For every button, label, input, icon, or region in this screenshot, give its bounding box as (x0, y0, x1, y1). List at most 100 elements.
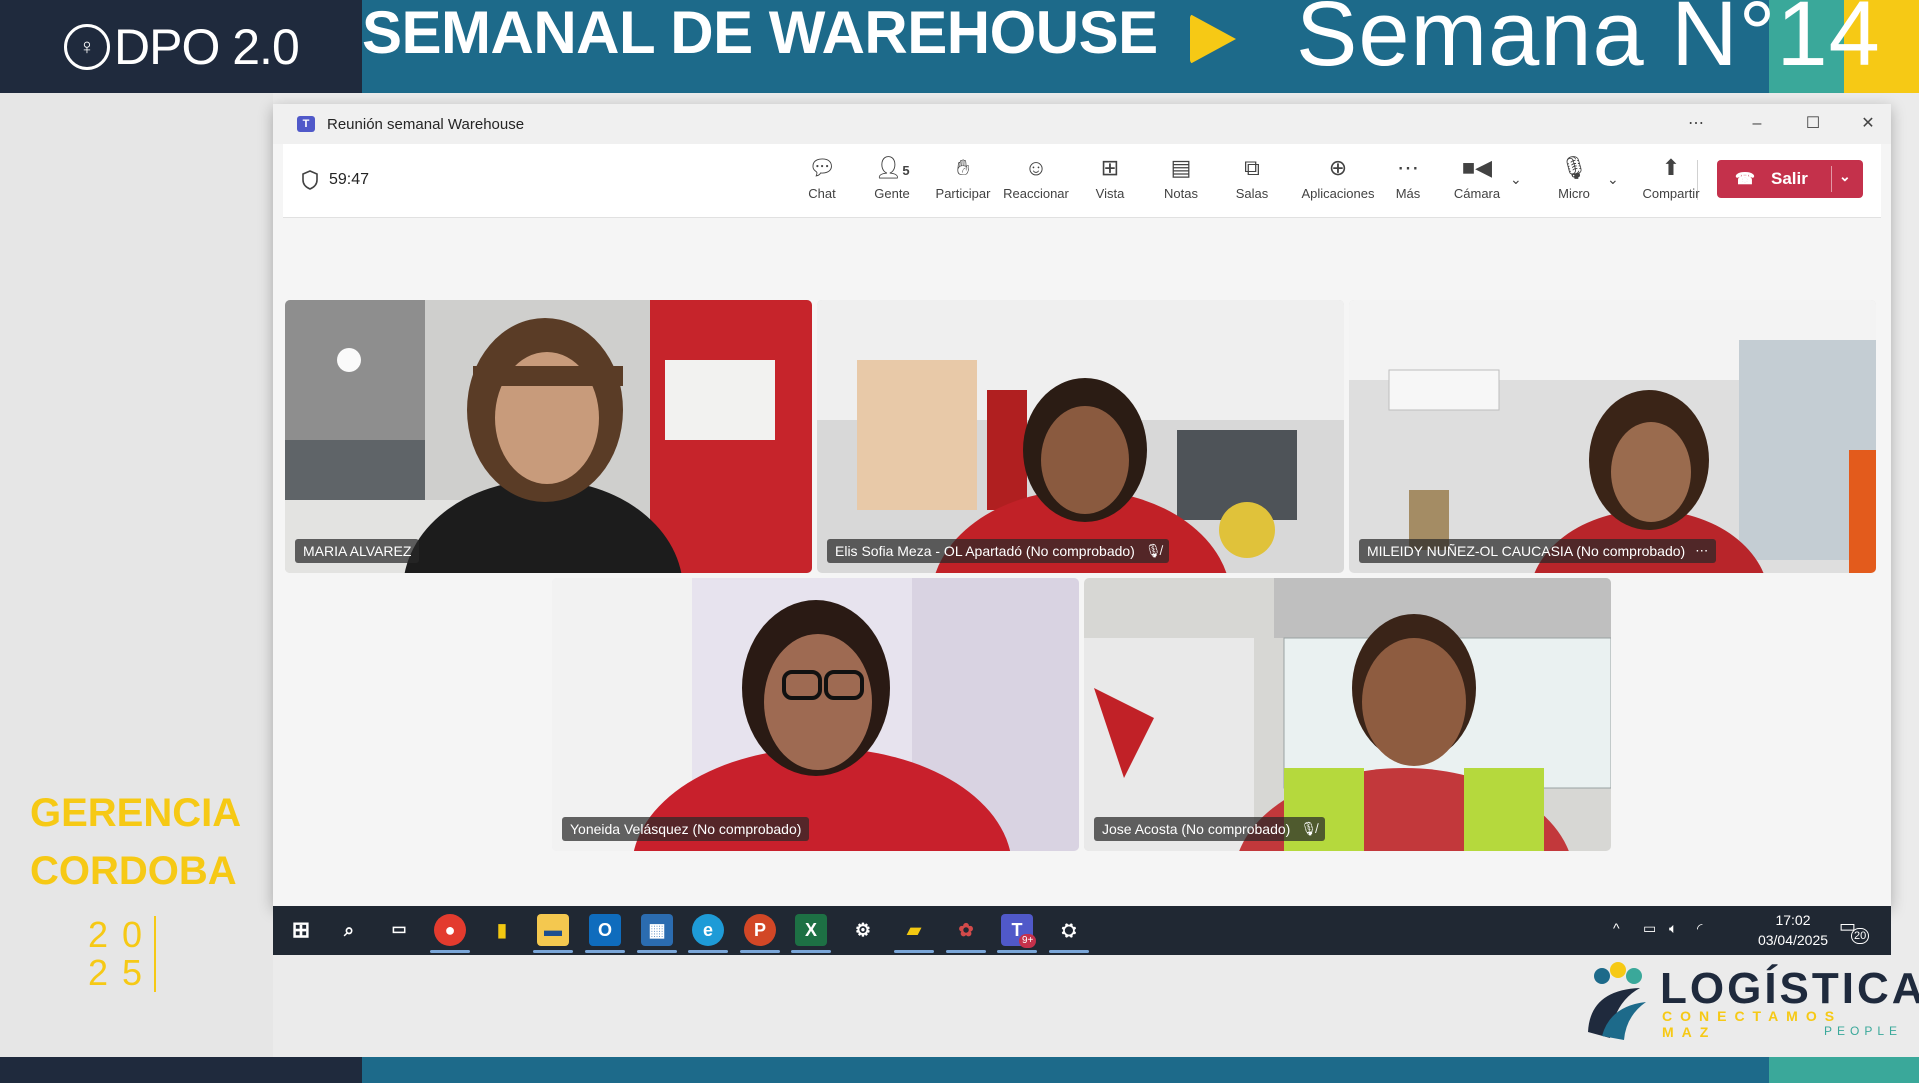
camera-options-chevron-icon[interactable]: ⌄ (1510, 171, 1522, 188)
app-icon[interactable]: ▦ (641, 914, 673, 946)
teams-meeting-window: T Reunión semanal Warehouse ⋯ – ☐ ✕ 59:4… (273, 104, 1891, 955)
react-button[interactable]: ☺ Reaccionar (1001, 154, 1071, 210)
window-titlebar: T Reunión semanal Warehouse ⋯ – ☐ ✕ (273, 104, 1891, 144)
camera-button[interactable]: ■◀ Cámara (1442, 154, 1512, 210)
video-grid: MARIA ALVAREZ Elis Sofia Meza - OL Apart… (283, 218, 1881, 864)
week-number: Semana N°14 (1296, 0, 1881, 85)
video-feed (552, 578, 1079, 851)
notification-count: 20 (1851, 928, 1870, 944)
settings-icon[interactable]: ⚙ (847, 914, 879, 946)
participant-tile[interactable]: Elis Sofia Meza - OL Apartadó (No compro… (817, 300, 1344, 573)
apps-button[interactable]: ⊕ Aplicaciones (1296, 154, 1380, 210)
camera-icon: ■◀ (1461, 155, 1493, 180)
system-clock[interactable]: 17:02 03/04/2025 (1753, 910, 1833, 950)
year-label: 20 25 (88, 916, 156, 992)
maximize-icon[interactable]: ☐ (1801, 112, 1825, 136)
shield-icon (302, 170, 318, 190)
chrome-icon[interactable]: ● (434, 914, 466, 946)
participant-name: MILEIDY NUÑEZ-OL CAUCASIA (No comprobado… (1367, 543, 1686, 559)
slide-title: SEMANAL DE WAREHOUSE (362, 0, 1158, 66)
raise-hand-button[interactable]: ✋︎ Participar (928, 154, 998, 210)
edge-icon[interactable]: e (692, 914, 724, 946)
participant-name-tag: Jose Acosta (No comprobado) 🎙︎̸ (1094, 817, 1325, 841)
window-title: Reunión semanal Warehouse (327, 116, 525, 133)
notes-icon: ▤ (1170, 155, 1192, 180)
logistica-logo-icon (1588, 962, 1646, 1040)
view-button[interactable]: ⊞ Vista (1075, 154, 1145, 210)
leave-options-chevron-icon[interactable]: ⌄ (1839, 168, 1851, 185)
teams-icon: T (297, 116, 315, 132)
year-top: 20 (88, 914, 157, 955)
mic-button[interactable]: 🎙︎ Micro (1539, 154, 1609, 210)
video-feed (1349, 300, 1876, 573)
meeting-timer: 59:47 (329, 171, 370, 188)
wifi-icon[interactable]: ◜ (1697, 920, 1702, 937)
participant-name-tag: MILEIDY NUÑEZ-OL CAUCASIA (No comprobado… (1359, 539, 1717, 563)
person-icon: ♀ (64, 23, 110, 70)
rooms-button[interactable]: ⧉ Salas (1217, 154, 1287, 210)
clock-date: 03/04/2025 (1757, 932, 1829, 948)
chat-icon: 💬︎ (808, 155, 836, 180)
region-line-1: GERENCIA (30, 791, 242, 835)
more-icon[interactable]: ⋯ (1695, 539, 1708, 563)
minimize-icon[interactable]: – (1745, 112, 1769, 136)
windows-taskbar: ⊞ ⌕ ▭ ● ▮ ▬ O ▦ e P X ⚙ ▰ ✿ T 9+ ⛭ ^ ▭ 🔈… (273, 906, 1891, 955)
year-divider (154, 916, 156, 992)
participant-name: Elis Sofia Meza - OL Apartadó (No compro… (835, 543, 1135, 559)
search-icon[interactable]: ⌕ (333, 914, 365, 946)
participant-tile[interactable]: MARIA ALVAREZ (285, 300, 812, 573)
participant-name-tag: Yoneida Velásquez (No comprobado) (562, 817, 810, 841)
app-icon[interactable]: ✿ (950, 914, 982, 946)
rooms-icon: ⧉ (1244, 155, 1260, 180)
mic-options-chevron-icon[interactable]: ⌄ (1607, 171, 1619, 188)
participant-name-tag: Elis Sofia Meza - OL Apartadó (No compro… (827, 539, 1170, 563)
chat-button[interactable]: 💬︎ Chat (787, 154, 857, 210)
phone-hangup-icon: ☎ (1735, 171, 1755, 188)
windows-start-icon[interactable]: ⊞ (285, 914, 317, 946)
brand-people: PEOPLE (1824, 1024, 1903, 1038)
app-icon[interactable]: ▰ (898, 914, 930, 946)
raise-hand-icon: ✋︎ (956, 155, 970, 180)
participant-tile[interactable]: Jose Acosta (No comprobado) 🎙︎̸ (1084, 578, 1611, 851)
participant-tile[interactable]: MILEIDY NUÑEZ-OL CAUCASIA (No comprobado… (1349, 300, 1876, 573)
mic-muted-icon: 🎙︎̸ (1144, 543, 1162, 558)
more-icon[interactable]: ⋯ (1684, 112, 1708, 136)
battery-icon[interactable]: ▭ (1643, 920, 1656, 937)
brand-name: LOGÍSTICA (1660, 964, 1919, 1013)
excel-icon[interactable]: X (795, 914, 827, 946)
grid-view-icon: ⊞ (1100, 155, 1120, 180)
leave-button[interactable]: ☎ Salir ⌄ (1717, 160, 1863, 198)
people-icon: 👤︎5 (874, 155, 910, 180)
app-icon[interactable]: ⛭ (1053, 914, 1085, 946)
outlook-icon[interactable]: O (589, 914, 621, 946)
footer-band (0, 1057, 1919, 1083)
power-bi-icon[interactable]: ▮ (486, 914, 518, 946)
mic-muted-icon: 🎙︎̸ (1300, 821, 1317, 836)
more-icon: ⋯ (1397, 155, 1419, 180)
close-icon[interactable]: ✕ (1856, 112, 1880, 136)
emoji-icon: ☺ (1024, 155, 1048, 180)
mic-icon: 🎙︎ (1560, 155, 1588, 180)
meeting-toolbar: 59:47 💬︎ Chat 👤︎5 Gente ✋︎ Participar ☺ … (283, 144, 1881, 218)
people-count: 5 (902, 163, 910, 178)
file-explorer-icon[interactable]: ▬ (537, 914, 569, 946)
clock-time: 17:02 (1775, 912, 1811, 928)
logistica-logo: LOGÍSTICA CONECTAMOS MAZ PEOPLE (1580, 962, 1919, 1052)
apps-icon: ⊕ (1328, 155, 1348, 180)
video-feed (285, 300, 812, 573)
notes-button[interactable]: ▤ Notas (1146, 154, 1216, 210)
more-button[interactable]: ⋯ Más (1373, 154, 1443, 210)
participant-name: Jose Acosta (No comprobado) (1102, 821, 1291, 837)
volume-icon[interactable]: 🔈︎ (1669, 920, 1677, 937)
dpo-logo-text: DPO 2.0 (114, 18, 300, 75)
powerpoint-icon[interactable]: P (744, 914, 776, 946)
participant-tile[interactable]: Yoneida Velásquez (No comprobado) (552, 578, 1079, 851)
participant-name: Yoneida Velásquez (No comprobado) (570, 821, 802, 837)
task-view-icon[interactable]: ▭ (383, 914, 415, 946)
dpo-logo: ♀ DPO 2.0 (0, 0, 362, 93)
chevron-up-icon[interactable]: ^ (1613, 920, 1620, 936)
people-button[interactable]: 👤︎5 Gente (857, 154, 927, 210)
share-button[interactable]: ⬆ Compartir (1636, 154, 1706, 210)
leave-label: Salir (1771, 169, 1808, 188)
notification-center-button[interactable]: ▭ 20 (1839, 916, 1870, 944)
